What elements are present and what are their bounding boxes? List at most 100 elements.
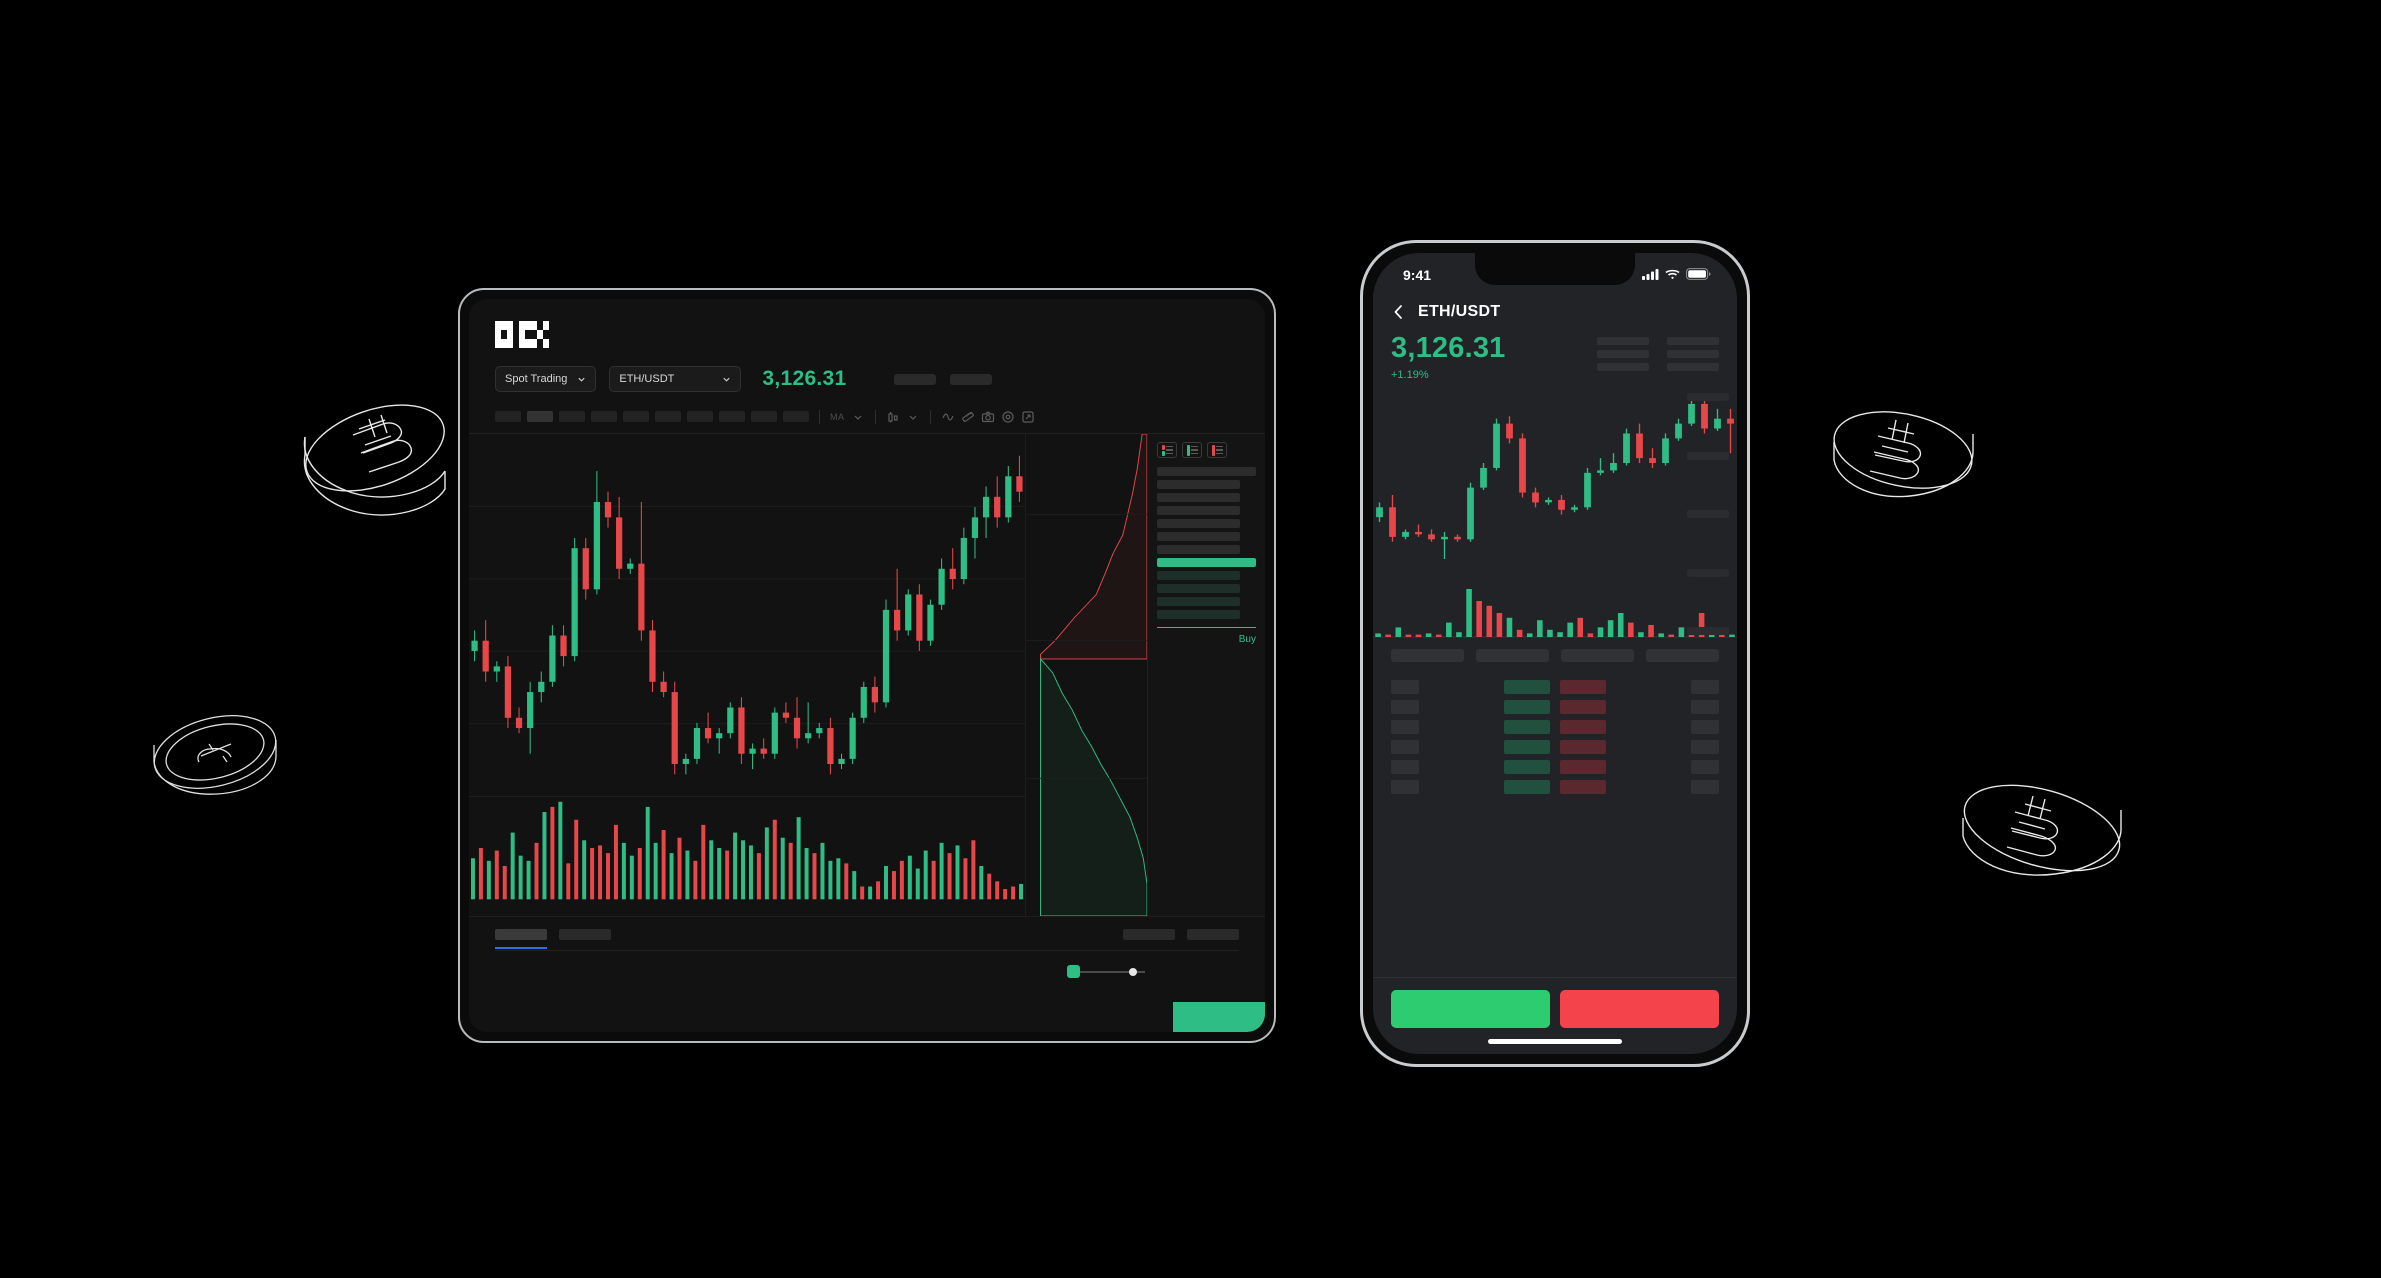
chevron-down-icon[interactable] xyxy=(906,410,920,424)
orderbook-row[interactable] xyxy=(1157,610,1241,619)
tablet-header-placeholders xyxy=(893,373,992,385)
tablet-order-book: Buy xyxy=(1067,434,1265,1032)
phone-tab[interactable] xyxy=(1561,649,1634,663)
orderbook-row[interactable] xyxy=(1157,571,1241,580)
orderbook-row[interactable] xyxy=(1157,545,1241,554)
tablet-depth-chart xyxy=(1025,434,1147,916)
okx-logo xyxy=(495,321,549,348)
phone-order-book xyxy=(1373,674,1737,977)
footer-tab-active[interactable] xyxy=(495,929,547,940)
footer-tab[interactable] xyxy=(559,929,611,940)
phone-section-tabs xyxy=(1373,639,1737,674)
trading-pair-dropdown[interactable]: ETH/USDT xyxy=(609,366,742,392)
phone-status-bar: 9:41 xyxy=(1373,253,1737,297)
tablet-candlestick-chart[interactable] xyxy=(469,434,1025,796)
settings-icon[interactable] xyxy=(1001,410,1015,424)
timeframe-button[interactable] xyxy=(591,411,617,422)
camera-icon[interactable] xyxy=(981,410,995,424)
candle-style-icon[interactable] xyxy=(886,410,900,424)
phone-price-box: 3,126.31 +1.19% xyxy=(1391,332,1597,382)
orderbook-row[interactable] xyxy=(1157,493,1241,502)
phone-tab[interactable] xyxy=(1476,649,1549,663)
timeframe-button[interactable] xyxy=(495,411,521,422)
orderbook-mode-both-icon[interactable] xyxy=(1157,442,1177,458)
phone-stat-placeholders xyxy=(1597,333,1719,371)
tablet-last-price: 3,126.31 xyxy=(762,367,847,390)
orderbook-buy-label[interactable]: Buy xyxy=(1157,634,1256,645)
phone-book-asks[interactable] xyxy=(1560,680,1606,977)
chevron-left-icon[interactable] xyxy=(1391,303,1405,321)
chevron-down-icon xyxy=(722,375,731,384)
orderbook-mode-bids-icon[interactable] xyxy=(1182,442,1202,458)
phone-tab[interactable] xyxy=(1391,649,1464,663)
orderbook-row[interactable] xyxy=(1157,467,1256,476)
timeframe-button[interactable] xyxy=(687,411,713,422)
timeframe-button[interactable] xyxy=(559,411,585,422)
footer-tab-underline xyxy=(495,947,547,949)
footer-action[interactable] xyxy=(1123,929,1175,940)
orderbook-mode-asks-icon[interactable] xyxy=(1207,442,1227,458)
ruler-icon[interactable] xyxy=(961,410,975,424)
tablet-header: Spot Trading ETH/USDT 3,126.31 xyxy=(469,299,1265,392)
phone-navbar: ETH/USDT xyxy=(1373,297,1737,323)
tablet-screen: Spot Trading ETH/USDT 3,126.31 MA Buy xyxy=(469,299,1265,1032)
footer-divider xyxy=(495,950,1239,951)
phone-screen: 9:41 ETH/USDT 3,126.31 +1.19% xyxy=(1373,253,1737,1054)
timeframe-button[interactable] xyxy=(623,411,649,422)
phone-book-right-labels xyxy=(1691,680,1719,977)
chevron-down-icon xyxy=(577,375,586,384)
phone-stat-column xyxy=(1597,337,1649,371)
orderbook-rows xyxy=(1157,467,1256,619)
phone-home-indicator xyxy=(1373,1028,1737,1054)
timeframe-button[interactable] xyxy=(719,411,745,422)
timeframe-button[interactable] xyxy=(783,411,809,422)
status-time: 9:41 xyxy=(1403,267,1432,283)
wifi-icon xyxy=(1665,267,1680,283)
phone-price-axis-placeholders xyxy=(1687,393,1729,636)
moving-average-label[interactable]: MA xyxy=(830,412,845,422)
timeframe-button[interactable] xyxy=(527,411,553,422)
tablet-footer xyxy=(469,916,1265,1032)
trading-pair-label: ETH/USDT xyxy=(619,373,675,385)
phone-buy-button[interactable] xyxy=(1391,990,1550,1028)
tablet-chart-column xyxy=(469,434,1025,916)
slider-step-dot[interactable] xyxy=(1129,967,1137,976)
phone-tab[interactable] xyxy=(1646,649,1719,663)
bitcoin-coin-illustration-top-left xyxy=(295,385,455,545)
orderbook-row-active[interactable] xyxy=(1157,558,1256,567)
orderbook-divider xyxy=(1157,627,1256,628)
battery-icon xyxy=(1686,267,1711,283)
footer-action[interactable] xyxy=(1187,929,1239,940)
phone-last-price: 3,126.31 xyxy=(1391,332,1506,364)
cellular-icon xyxy=(1642,267,1659,283)
spot-trading-dropdown[interactable]: Spot Trading xyxy=(495,366,597,392)
phone-sell-button[interactable] xyxy=(1560,990,1719,1028)
tablet-volume-chart xyxy=(469,796,1025,916)
bitcoin-coin-illustration-top-right xyxy=(1826,390,1981,540)
tablet-controls: Spot Trading ETH/USDT 3,126.31 xyxy=(495,366,1239,392)
orderbook-mode-buttons xyxy=(1157,442,1256,458)
phone-device: 9:41 ETH/USDT 3,126.31 +1.19% xyxy=(1360,240,1750,1067)
orderbook-row[interactable] xyxy=(1157,506,1241,515)
orderbook-row[interactable] xyxy=(1157,597,1241,606)
slider-handle[interactable] xyxy=(1067,965,1080,978)
phone-action-buttons xyxy=(1373,977,1737,1028)
phone-page-title: ETH/USDT xyxy=(1418,303,1501,320)
orderbook-row[interactable] xyxy=(1157,519,1241,528)
chevron-down-icon[interactable] xyxy=(851,410,865,424)
indicator-wave-icon[interactable] xyxy=(941,410,955,424)
timeframe-button[interactable] xyxy=(655,411,681,422)
orderbook-row[interactable] xyxy=(1157,584,1241,593)
dollar-coin-illustration-left xyxy=(145,700,285,825)
tablet-device: Spot Trading ETH/USDT 3,126.31 MA Buy xyxy=(458,288,1276,1043)
orderbook-row[interactable] xyxy=(1157,480,1241,489)
orderbook-row[interactable] xyxy=(1157,532,1241,541)
phone-stat-column xyxy=(1667,337,1719,371)
phone-book-bids[interactable] xyxy=(1504,680,1550,977)
phone-candlestick-chart[interactable] xyxy=(1373,389,1737,639)
footer-right-actions xyxy=(1123,929,1239,940)
spot-trading-label: Spot Trading xyxy=(505,373,568,385)
timeframe-button[interactable] xyxy=(751,411,777,422)
phone-price-change: +1.19% xyxy=(1391,369,1429,382)
fullscreen-icon[interactable] xyxy=(1021,410,1035,424)
